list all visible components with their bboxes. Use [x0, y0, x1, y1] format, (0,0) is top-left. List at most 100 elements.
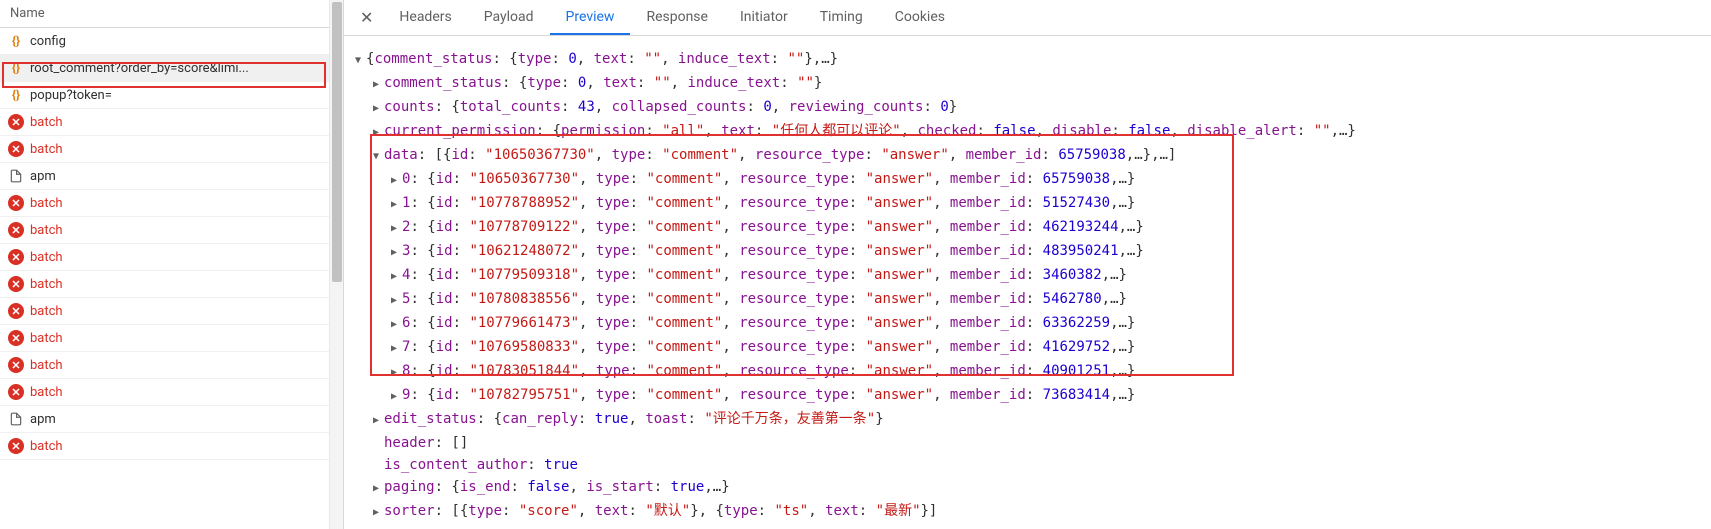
json-icon: [8, 87, 24, 103]
request-row[interactable]: root_comment?order_by=score&limi...: [0, 55, 343, 82]
toggle-icon[interactable]: [388, 384, 400, 408]
request-label: batch: [30, 304, 63, 319]
request-row[interactable]: apm: [0, 163, 343, 190]
toggle-icon[interactable]: [370, 500, 382, 524]
tab-initiator[interactable]: Initiator: [724, 1, 804, 35]
request-row[interactable]: batch: [0, 136, 343, 163]
data-item[interactable]: 4: {id: "10779509318", type: "comment", …: [352, 264, 1703, 288]
requests-panel: Name config root_comment?order_by=score&l…: [0, 0, 344, 529]
error-icon: [8, 222, 24, 238]
request-row[interactable]: batch: [0, 244, 343, 271]
request-label: batch: [30, 196, 63, 211]
toggle-icon[interactable]: [388, 336, 400, 360]
request-list[interactable]: config root_comment?order_by=score&limi..…: [0, 28, 343, 529]
toggle-icon[interactable]: [388, 360, 400, 384]
scrollbar-thumb[interactable]: [332, 2, 342, 282]
toggle-icon[interactable]: [388, 192, 400, 216]
request-row[interactable]: batch: [0, 271, 343, 298]
file-icon: [8, 168, 24, 184]
request-row[interactable]: batch: [0, 325, 343, 352]
request-row[interactable]: batch: [0, 352, 343, 379]
request-row[interactable]: batch: [0, 190, 343, 217]
json-icon: [8, 60, 24, 76]
request-label: batch: [30, 142, 63, 157]
request-row[interactable]: batch: [0, 379, 343, 406]
data-item[interactable]: 2: {id: "10778709122", type: "comment", …: [352, 216, 1703, 240]
tree-line[interactable]: is_content_author: true: [352, 454, 1703, 476]
tabs-bar: ✕ HeadersPayloadPreviewResponseInitiator…: [344, 0, 1711, 36]
request-row[interactable]: batch: [0, 298, 343, 325]
data-item[interactable]: 5: {id: "10780838556", type: "comment", …: [352, 288, 1703, 312]
error-icon: [8, 357, 24, 373]
tree-line[interactable]: comment_status: {type: 0, text: "", indu…: [352, 72, 1703, 96]
request-label: batch: [30, 115, 63, 130]
tab-payload[interactable]: Payload: [468, 1, 550, 35]
toggle-icon[interactable]: [370, 144, 382, 168]
error-icon: [8, 438, 24, 454]
toggle-icon[interactable]: [352, 48, 364, 72]
tree-root[interactable]: {comment_status: {type: 0, text: "", ind…: [352, 48, 1703, 72]
request-label: batch: [30, 331, 63, 346]
request-label: batch: [30, 223, 63, 238]
data-item[interactable]: 0: {id: "10650367730", type: "comment", …: [352, 168, 1703, 192]
toggle-icon[interactable]: [388, 264, 400, 288]
request-row[interactable]: popup?token=: [0, 82, 343, 109]
tree-line[interactable]: paging: {is_end: false, is_start: true,……: [352, 476, 1703, 500]
tree-line[interactable]: edit_status: {can_reply: true, toast: "评…: [352, 408, 1703, 432]
tree-line[interactable]: current_permission: {permission: "all", …: [352, 120, 1703, 144]
error-icon: [8, 114, 24, 130]
data-item[interactable]: 6: {id: "10779661473", type: "comment", …: [352, 312, 1703, 336]
request-row[interactable]: batch: [0, 217, 343, 244]
data-item[interactable]: 1: {id: "10778788952", type: "comment", …: [352, 192, 1703, 216]
toggle-icon[interactable]: [370, 72, 382, 96]
error-icon: [8, 276, 24, 292]
toggle-icon[interactable]: [370, 96, 382, 120]
request-label: batch: [30, 439, 63, 454]
tree-line[interactable]: data: [{id: "10650367730", type: "commen…: [352, 144, 1703, 168]
request-label: batch: [30, 385, 63, 400]
tab-cookies[interactable]: Cookies: [879, 1, 961, 35]
tree-line[interactable]: counts: {total_counts: 43, collapsed_cou…: [352, 96, 1703, 120]
tree-line[interactable]: sorter: [{type: "score", text: "默认"}, {t…: [352, 500, 1703, 524]
data-item[interactable]: 7: {id: "10769580833", type: "comment", …: [352, 336, 1703, 360]
file-icon: [8, 411, 24, 427]
tab-headers[interactable]: Headers: [383, 1, 467, 35]
error-icon: [8, 141, 24, 157]
request-label: popup?token=: [30, 88, 112, 103]
error-icon: [8, 303, 24, 319]
request-label: batch: [30, 250, 63, 265]
error-icon: [8, 384, 24, 400]
tab-preview[interactable]: Preview: [550, 1, 631, 35]
tab-response[interactable]: Response: [630, 1, 724, 35]
preview-body[interactable]: {comment_status: {type: 0, text: "", ind…: [344, 36, 1711, 529]
data-item[interactable]: 3: {id: "10621248072", type: "comment", …: [352, 240, 1703, 264]
request-row[interactable]: config: [0, 28, 343, 55]
request-label: batch: [30, 358, 63, 373]
toggle-icon[interactable]: [388, 168, 400, 192]
toggle-icon[interactable]: [388, 312, 400, 336]
toggle-icon[interactable]: [370, 408, 382, 432]
close-icon[interactable]: ✕: [350, 0, 383, 35]
requests-header: Name: [0, 0, 343, 28]
toggle-icon[interactable]: [388, 288, 400, 312]
toggle-icon[interactable]: [388, 240, 400, 264]
toggle-icon[interactable]: [370, 476, 382, 500]
request-label: root_comment?order_by=score&limi...: [30, 61, 249, 76]
error-icon: [8, 195, 24, 211]
request-label: apm: [30, 412, 56, 427]
tab-timing[interactable]: Timing: [804, 1, 879, 35]
data-item[interactable]: 8: {id: "10783051844", type: "comment", …: [352, 360, 1703, 384]
tree-line[interactable]: header: []: [352, 432, 1703, 454]
request-label: apm: [30, 169, 56, 184]
error-icon: [8, 330, 24, 346]
request-row[interactable]: batch: [0, 109, 343, 136]
data-item[interactable]: 9: {id: "10782795751", type: "comment", …: [352, 384, 1703, 408]
scrollbar[interactable]: [329, 0, 343, 529]
request-row[interactable]: batch: [0, 433, 343, 460]
request-label: config: [30, 34, 66, 49]
request-label: batch: [30, 277, 63, 292]
toggle-icon[interactable]: [370, 120, 382, 144]
toggle-icon[interactable]: [388, 216, 400, 240]
request-row[interactable]: apm: [0, 406, 343, 433]
json-icon: [8, 33, 24, 49]
